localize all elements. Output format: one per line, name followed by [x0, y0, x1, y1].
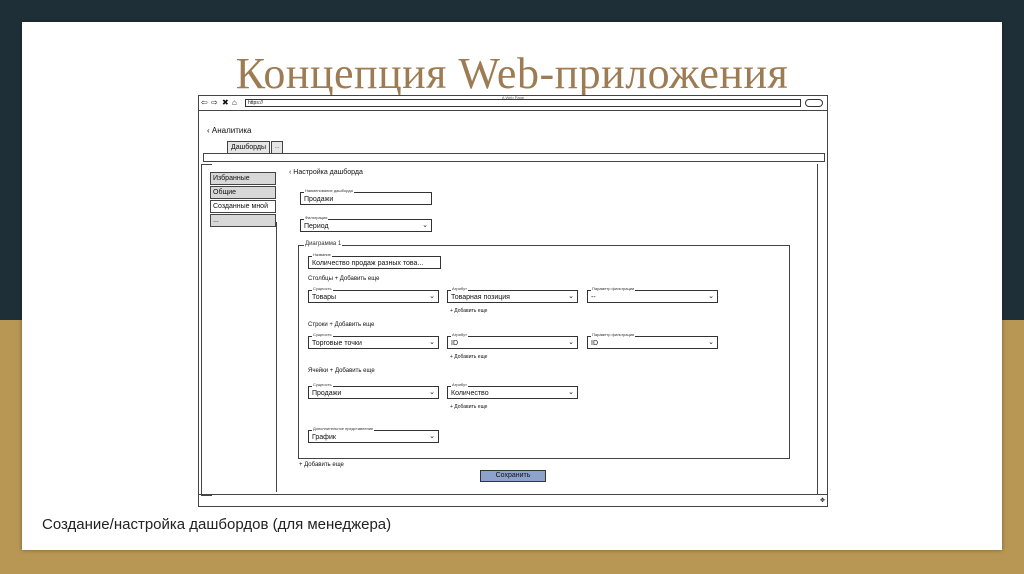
columns-filter-label: Параметр фильтрации	[591, 286, 636, 291]
rows-filter-select[interactable]: ID ⌄	[587, 336, 718, 349]
slide-title: Концепция Web-приложения	[235, 49, 789, 98]
chevron-down-icon: ⌄	[429, 339, 435, 346]
tab-more[interactable]: ...	[271, 141, 284, 153]
columns-filter-value: --	[591, 294, 596, 301]
columns-filter-select[interactable]: -- ⌄	[587, 290, 718, 303]
home-icon[interactable]: ⌂	[232, 99, 237, 107]
dashboard-name-input[interactable]: Продажи	[300, 192, 432, 205]
cells-attr-select[interactable]: Количество ⌄	[447, 386, 578, 399]
cells-add-more[interactable]: + Добавить еще	[450, 404, 487, 410]
back-link-label: Аналитика	[211, 126, 252, 135]
columns-add-more[interactable]: + Добавить еще	[450, 308, 487, 314]
columns-attr-label: Атрибут	[451, 286, 468, 291]
address-bar[interactable]: https://	[245, 99, 801, 107]
chevron-down-icon: ⌄	[568, 293, 574, 300]
sidebar-item-favorites[interactable]: Избранные	[210, 172, 276, 185]
rows-filter-label: Параметр фильтрации	[591, 332, 636, 337]
back-link[interactable]: ‹ Аналитика	[207, 126, 252, 135]
rows-dim-value: Торговые точки	[312, 340, 362, 347]
chart-group-label: Диаграмма 1	[304, 241, 343, 247]
horizontal-divider	[199, 494, 827, 495]
columns-attr-value: Товарная позиция	[451, 294, 510, 301]
cells-dim-select[interactable]: Продажи ⌄	[308, 386, 439, 399]
panel-title: Настройка дашборда	[293, 169, 363, 176]
cells-attr-label: Атрибут	[451, 382, 468, 387]
columns-dim-value: Товары	[312, 294, 337, 301]
chevron-down-icon: ⌄	[568, 389, 574, 396]
chevron-down-icon: ⌄	[422, 222, 428, 229]
cells-dim-label: Сущность	[312, 382, 333, 387]
rows-attr-value: ID	[451, 340, 458, 347]
chart-name-input[interactable]: Количество продаж разных това...	[308, 256, 441, 269]
chevron-down-icon: ⌄	[429, 293, 435, 300]
back-arrow-icon[interactable]: ⇦	[201, 99, 208, 107]
rows-dim-select[interactable]: Торговые точки ⌄	[308, 336, 439, 349]
rows-attr-label: Атрибут	[451, 332, 468, 337]
sidebar-item-mine[interactable]: Созданные мной	[210, 200, 276, 213]
close-icon[interactable]: ✖	[222, 99, 229, 107]
cells-label[interactable]: Ячейки + Добавить еще	[308, 368, 375, 374]
sidebar-item-shared[interactable]: Общие	[210, 186, 276, 199]
chevron-down-icon: ⌄	[568, 339, 574, 346]
cells-attr-value: Количество	[451, 390, 489, 397]
vertical-scrollbar[interactable]	[817, 164, 825, 494]
columns-attr-select[interactable]: Товарная позиция ⌄	[447, 290, 578, 303]
rows-add-more[interactable]: + Добавить еще	[450, 354, 487, 360]
tab-bar-line	[203, 153, 825, 162]
extra-view-value: График	[312, 434, 336, 441]
filter-value: Период	[304, 223, 329, 230]
rows-label[interactable]: Строки + Добавить еще	[308, 322, 374, 328]
browser-toolbar: A Web Page ⇦ ⇨ ✖ ⌂ https://	[199, 95, 827, 111]
slide: Концепция Web-приложения A Web Page ⇦ ⇨ …	[22, 22, 1002, 550]
sidebar-list: Избранные Общие Созданные мной ...	[210, 172, 276, 228]
chart-name-label: Название	[312, 252, 332, 257]
chevron-down-icon: ⌄	[708, 339, 714, 346]
columns-dim-select[interactable]: Товары ⌄	[308, 290, 439, 303]
rows-attr-select[interactable]: ID ⌄	[447, 336, 578, 349]
forward-arrow-icon[interactable]: ⇨	[211, 99, 218, 107]
search-pill[interactable]	[805, 99, 823, 107]
add-more-chart[interactable]: + Добавить еще	[299, 462, 344, 468]
sidebar-divider	[210, 222, 277, 492]
columns-label[interactable]: Столбцы + Добавить еще	[308, 276, 379, 282]
rows-dim-label: Сущность	[312, 332, 333, 337]
tab-dashboards[interactable]: Дашборды	[227, 141, 270, 153]
chevron-down-icon: ⌄	[429, 433, 435, 440]
rows-filter-value: ID	[591, 340, 598, 347]
extra-view-label: Дополнительное представление	[312, 426, 375, 431]
filter-label: Фильтрация	[304, 215, 329, 220]
cells-dim-value: Продажи	[312, 390, 342, 397]
columns-dim-label: Сущность	[312, 286, 333, 291]
panel-back-link[interactable]: ‹ Настройка дашборда	[289, 169, 363, 176]
wireframe-browser: A Web Page ⇦ ⇨ ✖ ⌂ https:// ‹ Аналитика …	[198, 95, 828, 507]
resize-handle-icon[interactable]: ✥	[820, 497, 825, 504]
save-button[interactable]: Сохранить	[480, 470, 546, 482]
dashboard-name-label: Наименование дашборда	[304, 188, 354, 193]
extra-view-select[interactable]: График ⌄	[308, 430, 439, 443]
chevron-down-icon: ⌄	[708, 293, 714, 300]
chevron-down-icon: ⌄	[429, 389, 435, 396]
slide-caption: Создание/настройка дашбордов (для менедж…	[42, 516, 392, 533]
filter-select[interactable]: Период ⌄	[300, 219, 432, 232]
